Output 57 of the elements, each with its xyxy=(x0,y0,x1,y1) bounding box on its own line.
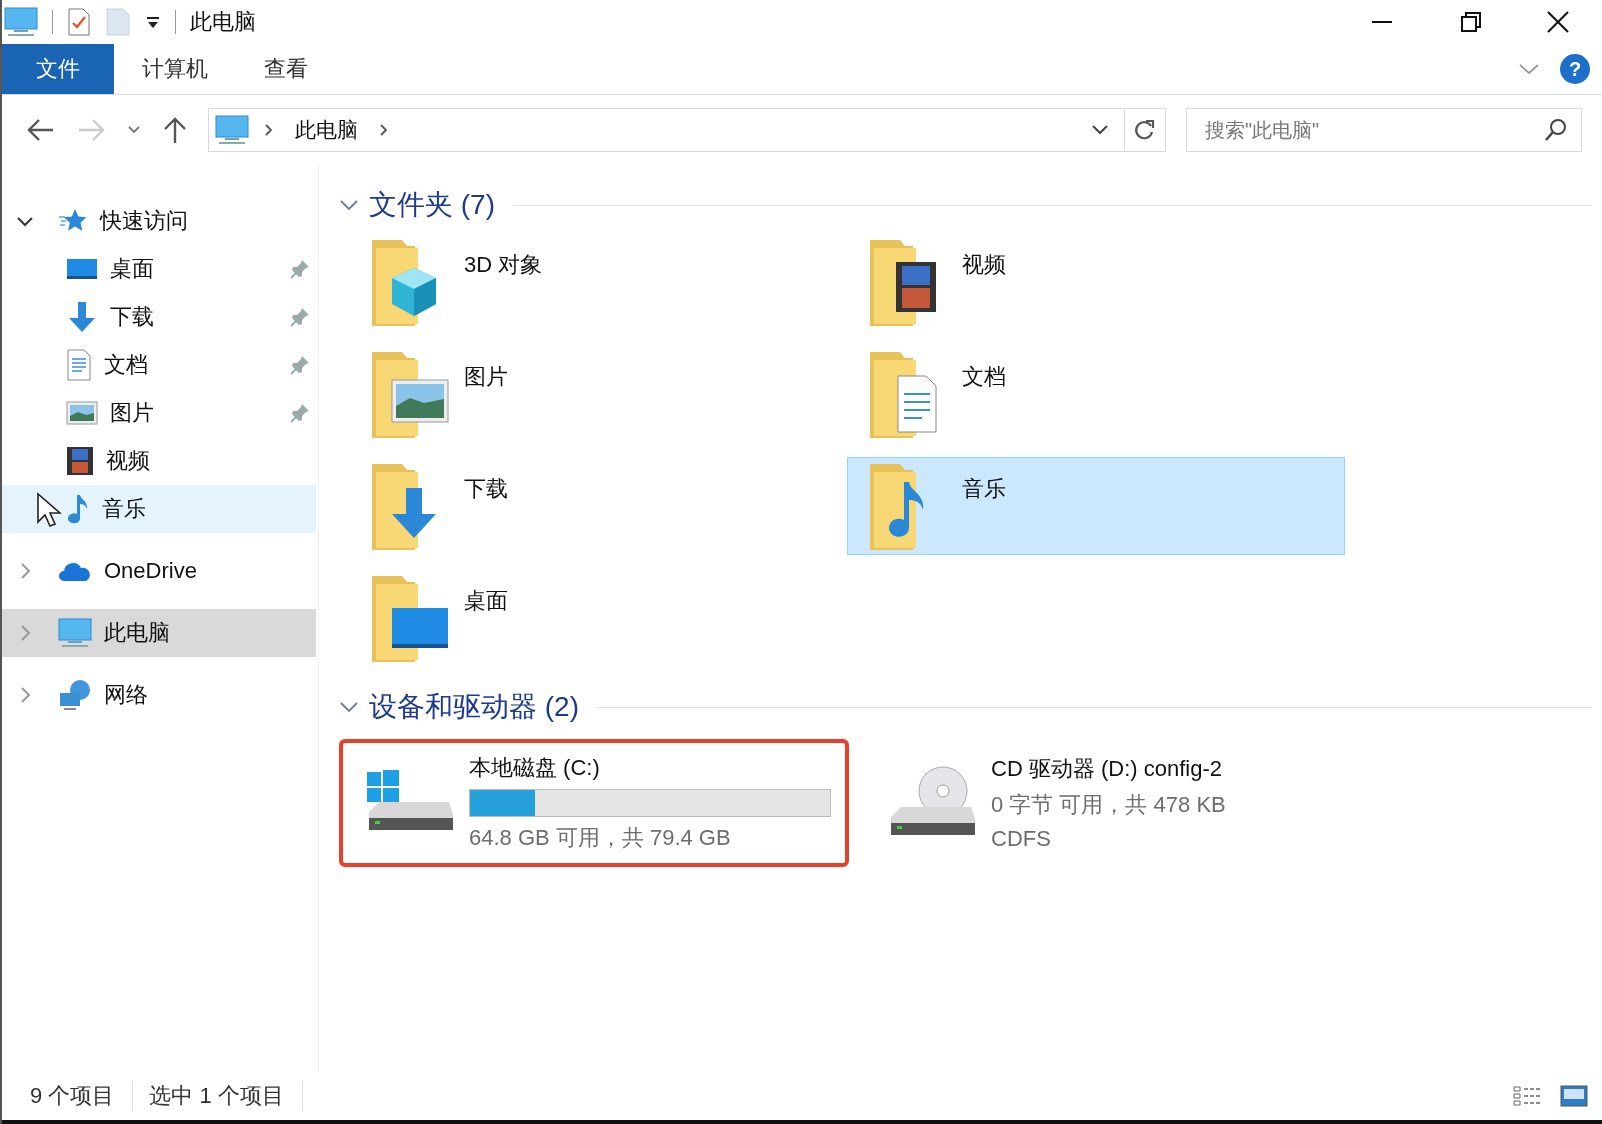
refresh-icon[interactable] xyxy=(1134,118,1156,142)
sidebar-item[interactable]: 文档 xyxy=(2,341,316,389)
sidebar-item[interactable]: 桌面 xyxy=(2,245,316,293)
back-arrow-icon[interactable] xyxy=(26,117,56,143)
sidebar-item[interactable]: 视频 xyxy=(2,437,316,485)
computer-icon xyxy=(215,115,249,145)
status-text: 9 个项目 xyxy=(30,1081,134,1111)
drive-name: CD 驱动器 (D:) config-2 xyxy=(991,755,1224,783)
section-heading[interactable]: 设备和驱动器 (2) xyxy=(369,688,579,726)
status-text: 选中 1 个项目 xyxy=(149,1081,303,1111)
picture-icon xyxy=(66,400,98,426)
folder-item[interactable]: 3D 对象 xyxy=(349,233,847,331)
download-arrow-icon xyxy=(66,301,98,333)
ribbon-tab[interactable]: 文件 xyxy=(2,44,114,94)
breadcrumb[interactable]: 此电脑 xyxy=(289,116,364,144)
folder-item[interactable]: 桌面 xyxy=(349,569,847,667)
section-heading[interactable]: 文件夹 (7) xyxy=(369,186,495,224)
drive-item[interactable]: 本地磁盘 (C:) 64.8 GB 可用，共 79.4 GB xyxy=(339,739,849,867)
properties-icon[interactable] xyxy=(67,7,91,37)
drive-detail: CDFS xyxy=(991,826,1052,852)
help-button[interactable]: ? xyxy=(1560,54,1590,84)
chevron-right-icon[interactable] xyxy=(378,123,390,137)
drive-detail: 0 字节 可用，共 478 KB xyxy=(991,791,1227,819)
sidebar-item[interactable]: 音乐 xyxy=(2,485,316,533)
window-title: 此电脑 xyxy=(190,8,256,36)
search-icon[interactable] xyxy=(1544,118,1568,142)
computer-icon xyxy=(4,7,38,37)
dropdown-arrow-icon[interactable] xyxy=(145,14,161,30)
sidebar-item[interactable]: OneDrive xyxy=(2,547,316,595)
document-icon xyxy=(66,349,92,381)
desktop-icon xyxy=(66,257,98,281)
computer-icon xyxy=(58,618,92,648)
chevron-down-icon[interactable] xyxy=(1090,123,1110,137)
drive-name: 本地磁盘 (C:) xyxy=(469,754,601,782)
sidebar-item[interactable]: 下载 xyxy=(2,293,316,341)
up-arrow-icon[interactable] xyxy=(162,115,188,145)
network-icon xyxy=(58,679,92,711)
folder-item[interactable]: 文档 xyxy=(847,345,1345,443)
large-icons-view-icon[interactable] xyxy=(1560,1084,1588,1108)
ribbon-tab[interactable]: 查看 xyxy=(236,44,336,94)
chevron-right-icon[interactable] xyxy=(263,123,275,137)
film-icon xyxy=(66,446,94,476)
search-field[interactable]: 搜索"此电脑" xyxy=(1186,108,1582,152)
drive-item[interactable]: CD 驱动器 (D:) config-2 0 字节 可用，共 478 KB CDFS xyxy=(861,739,1371,867)
ribbon-tab[interactable]: 计算机 xyxy=(114,44,236,94)
mouse-cursor-icon xyxy=(36,492,62,528)
sidebar-item[interactable]: 网络 xyxy=(2,671,316,719)
sidebar-item[interactable]: 快速访问 xyxy=(2,197,316,245)
sidebar-item[interactable]: 图片 xyxy=(2,389,316,437)
sidebar-item[interactable]: 此电脑 xyxy=(2,609,316,657)
address-bar[interactable]: 此电脑 xyxy=(208,108,1166,152)
folder-item[interactable]: 下载 xyxy=(349,457,847,555)
music-note-icon xyxy=(66,493,90,525)
drive-detail: 64.8 GB 可用，共 79.4 GB xyxy=(469,824,732,852)
folder-item[interactable]: 图片 xyxy=(349,345,847,443)
folder-item[interactable]: 音乐 xyxy=(847,457,1345,555)
folder-item[interactable]: 视频 xyxy=(847,233,1345,331)
